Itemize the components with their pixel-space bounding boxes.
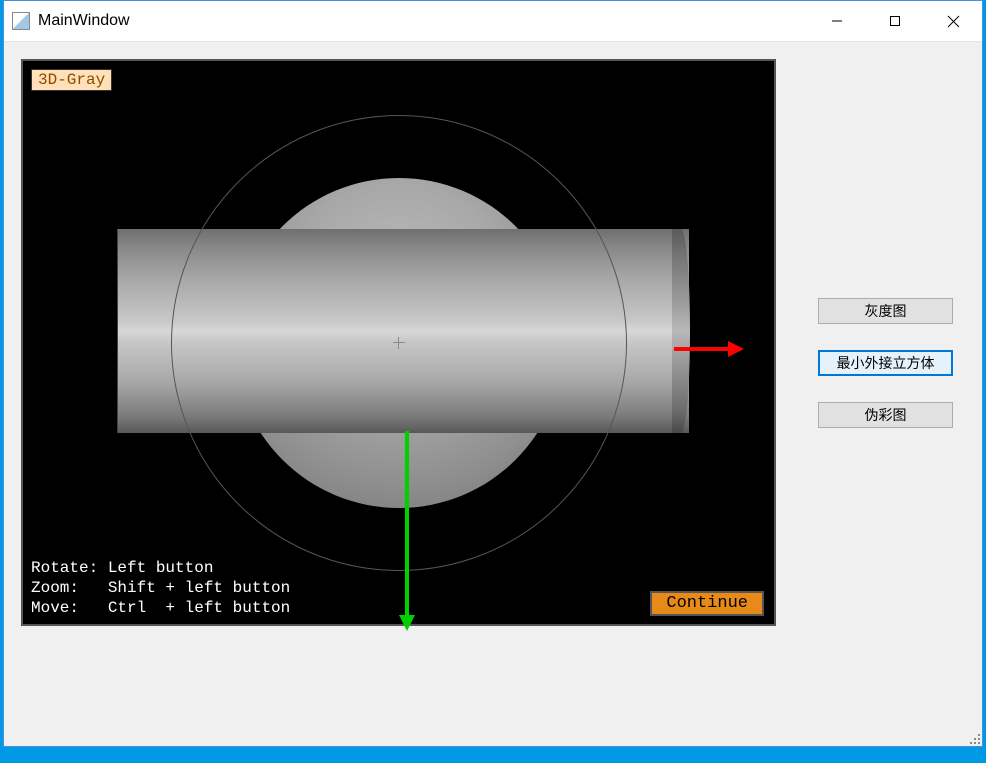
x-axis-arrow-icon xyxy=(674,340,744,358)
help-move: Move: Ctrl + left button xyxy=(31,599,290,617)
pseudocolor-button[interactable]: 伪彩图 xyxy=(818,402,953,428)
help-rotate: Rotate: Left button xyxy=(31,559,213,577)
continue-button[interactable]: Continue xyxy=(650,591,764,616)
help-zoom: Zoom: Shift + left button xyxy=(31,579,290,597)
close-icon xyxy=(947,15,960,28)
maximize-button[interactable] xyxy=(866,1,924,41)
maximize-icon xyxy=(889,15,901,27)
viewport-help-text: Rotate: Left button Zoom: Shift + left b… xyxy=(31,558,290,618)
viewport-mode-badge: 3D-Gray xyxy=(31,69,112,91)
bounding-box-button[interactable]: 最小外接立方体 xyxy=(818,350,953,376)
resize-grip-icon[interactable] xyxy=(966,730,980,744)
model-cylinder-cap xyxy=(672,229,690,433)
titlebar[interactable]: MainWindow xyxy=(4,1,982,42)
3d-viewport[interactable]: 3D-Gray Rotate: Left button Zoom: Shift … xyxy=(21,59,776,626)
y-axis-arrow-icon xyxy=(398,431,416,631)
side-button-panel: 灰度图 最小外接立方体 伪彩图 xyxy=(818,298,953,428)
main-window: MainWindow xyxy=(3,0,983,747)
close-button[interactable] xyxy=(924,1,982,41)
minimize-icon xyxy=(831,15,843,27)
client-area: 3D-Gray Rotate: Left button Zoom: Shift … xyxy=(4,42,982,746)
window-title: MainWindow xyxy=(38,12,130,30)
minimize-button[interactable] xyxy=(808,1,866,41)
grayscale-button[interactable]: 灰度图 xyxy=(818,298,953,324)
center-crosshair-icon xyxy=(393,337,405,349)
app-icon xyxy=(12,12,30,30)
window-controls xyxy=(808,1,982,41)
